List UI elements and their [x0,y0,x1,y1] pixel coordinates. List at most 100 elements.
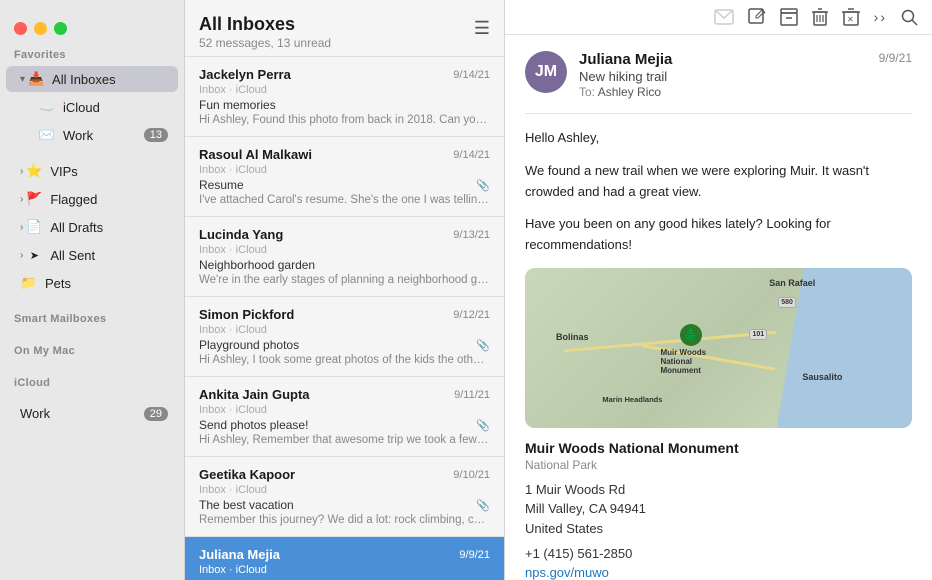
mail-subject: Fun memories [199,98,276,112]
location-website-link[interactable]: nps.gov/muwo [525,565,912,580]
sort-icon[interactable]: ☰ [474,18,490,39]
sidebar-item-work[interactable]: ✉️ Work 13 [6,122,178,148]
mail-date: 9/12/21 [453,309,490,321]
sidebar-item-vips[interactable]: › ⭐ VIPs [6,158,178,184]
mail-subject: The best vacation [199,498,294,512]
detail-to-name: Ashley Rico [598,85,661,99]
more-icon[interactable]: ›› [874,9,887,25]
map-background: 🌲 San Rafael Bolinas Muir WoodsNationalM… [525,268,912,428]
mail-date: 9/13/21 [453,229,490,241]
sidebar-item-all-drafts[interactable]: › 📄 All Drafts [6,214,178,240]
minimize-button[interactable] [34,22,47,35]
mail-date: 9/14/21 [453,149,490,161]
mail-preview: We're in the early stages of planning a … [199,274,489,286]
attachment-icon: 📎 [476,419,490,432]
attachment-icon: 📎 [476,499,490,512]
address-line-3: United States [525,521,603,536]
work-icon: ✉️ [38,126,56,144]
close-button[interactable] [14,22,27,35]
svg-text:✕: ✕ [847,15,854,24]
window-controls [0,10,184,41]
chevron-icon: › [20,194,23,205]
sidebar-item-label: All Inboxes [52,72,168,87]
detail-divider [525,113,912,114]
chevron-icon: ▾ [20,74,25,85]
mail-item[interactable]: Ankita Jain Gupta 9/11/21 Inbox · iCloud… [185,377,504,457]
maximize-button[interactable] [54,22,67,35]
archive-icon[interactable] [780,8,798,26]
location-type: National Park [525,458,912,472]
sidebar-item-label: Work [20,406,144,421]
map-highway-101: 101 [749,329,767,340]
mail-item[interactable]: Geetika Kapoor 9/10/21 Inbox · iCloud Th… [185,457,504,537]
junk-icon[interactable]: ✕ [842,8,860,26]
detail-subject: New hiking trail [579,69,869,84]
sidebar-item-flagged[interactable]: › 🚩 Flagged [6,186,178,212]
mail-preview: Hi Ashley, Remember that awesome trip we… [199,434,489,446]
map-label-muir: Muir WoodsNationalMonument [660,348,706,375]
flag-icon: 🚩 [25,190,43,208]
star-icon: ⭐ [25,162,43,180]
sidebar-item-work-section[interactable]: Work 29 [6,402,178,425]
mail-list: All Inboxes 52 messages, 13 unread ☰ Jac… [185,0,505,580]
detail-content: JM Juliana Mejia New hiking trail To: As… [505,35,932,580]
reply-icon[interactable] [714,9,734,25]
icloud-icon: ☁️ [38,98,56,116]
sidebar-item-label: iCloud [63,100,168,115]
sender-name: Juliana Mejia [199,547,280,562]
favorites-label: Favorites [0,41,184,65]
body-greeting: Hello Ashley, [525,128,912,149]
mail-item[interactable]: Jackelyn Perra 9/14/21 Inbox · iCloud Fu… [185,57,504,137]
address-line-1: 1 Muir Woods Rd [525,482,625,497]
detail-body: Hello Ashley, We found a new trail when … [525,128,912,256]
attachment-icon: 📎 [476,339,490,352]
mail-item-selected[interactable]: Juliana Mejia 9/9/21 Inbox · iCloud New … [185,537,504,580]
mail-item[interactable]: Lucinda Yang 9/13/21 Inbox · iCloud Neig… [185,217,504,297]
mail-item[interactable]: Rasoul Al Malkawi 9/14/21 Inbox · iCloud… [185,137,504,217]
drafts-icon: 📄 [25,218,43,236]
sidebar-item-icloud[interactable]: ☁️ iCloud [6,94,178,120]
mail-date: 9/11/21 [454,389,490,401]
compose-icon[interactable] [748,8,766,26]
detail-sender-name: Juliana Mejia [579,51,869,68]
body-paragraph-1: We found a new trail when we were explor… [525,161,912,203]
work-badge: 13 [144,128,168,142]
mail-meta: Inbox · iCloud [199,164,490,176]
sidebar-item-pets[interactable]: 📁 Pets [6,270,178,296]
map-label-marin: Marin Headlands [602,395,662,404]
detail-sender-info: Juliana Mejia New hiking trail To: Ashle… [579,51,869,99]
on-my-mac-label: On My Mac [0,337,184,361]
mail-subject: Playground photos [199,338,299,352]
detail-header: JM Juliana Mejia New hiking trail To: As… [525,51,912,99]
location-name: Muir Woods National Monument [525,440,912,456]
sender-name: Lucinda Yang [199,227,283,242]
mail-subject: Resume [199,178,244,192]
mail-subject: Send photos please! [199,418,308,432]
sender-name: Jackelyn Perra [199,67,291,82]
map-label-san-rafael: San Rafael [769,278,815,288]
map-water [777,268,912,428]
location-address: 1 Muir Woods Rd Mill Valley, CA 94941 Un… [525,480,912,539]
mail-list-subtitle: 52 messages, 13 unread [199,36,331,50]
sent-icon: ➤ [25,246,43,264]
chevron-icon: › [20,166,23,177]
location-info: Muir Woods National Monument National Pa… [525,440,912,580]
sidebar-item-all-sent[interactable]: › ➤ All Sent [6,242,178,268]
sidebar-item-all-inboxes[interactable]: ▾ 📥 All Inboxes [6,66,178,92]
search-icon[interactable] [901,9,918,26]
mail-preview: Hi Ashley, Found this photo from back in… [199,114,489,126]
chevron-icon: › [20,222,23,233]
body-paragraph-2: Have you been on any good hikes lately? … [525,214,912,256]
mail-item[interactable]: Simon Pickford 9/12/21 Inbox · iCloud Pl… [185,297,504,377]
mail-list-title: All Inboxes [199,14,331,35]
trash-icon[interactable] [812,8,828,26]
map-container[interactable]: 🌲 San Rafael Bolinas Muir WoodsNationalM… [525,268,912,428]
sidebar: Favorites ▾ 📥 All Inboxes ☁️ iCloud ✉️ W… [0,0,185,580]
sender-name: Rasoul Al Malkawi [199,147,312,162]
map-label-bolinas: Bolinas [556,332,589,342]
detail-to: To: Ashley Rico [579,85,869,99]
sidebar-item-label: All Drafts [50,220,168,235]
sender-name: Simon Pickford [199,307,294,322]
sender-name: Ankita Jain Gupta [199,387,310,402]
sidebar-item-label: Work [63,128,144,143]
